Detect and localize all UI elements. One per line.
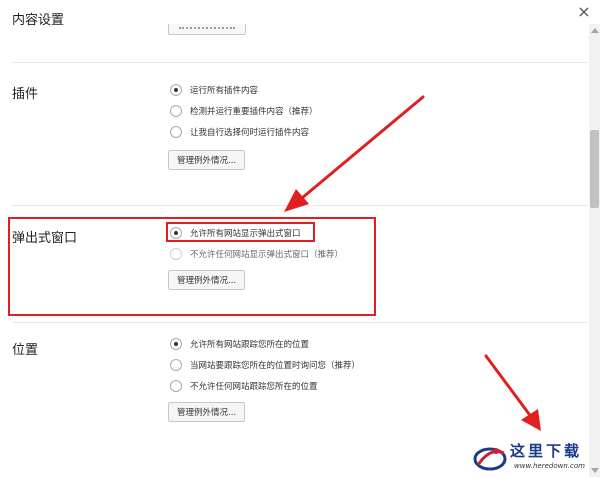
watermark-logo-icon xyxy=(473,447,507,471)
watermark: 这里下载 www.heredown.com xyxy=(470,437,595,477)
watermark-text: 这里下载 xyxy=(510,442,583,460)
arrow-to-bottom-icon xyxy=(484,354,541,431)
watermark-url: www.heredown.com xyxy=(514,462,585,470)
annotation-arrows xyxy=(284,95,541,431)
arrow-to-option-icon xyxy=(284,95,425,212)
